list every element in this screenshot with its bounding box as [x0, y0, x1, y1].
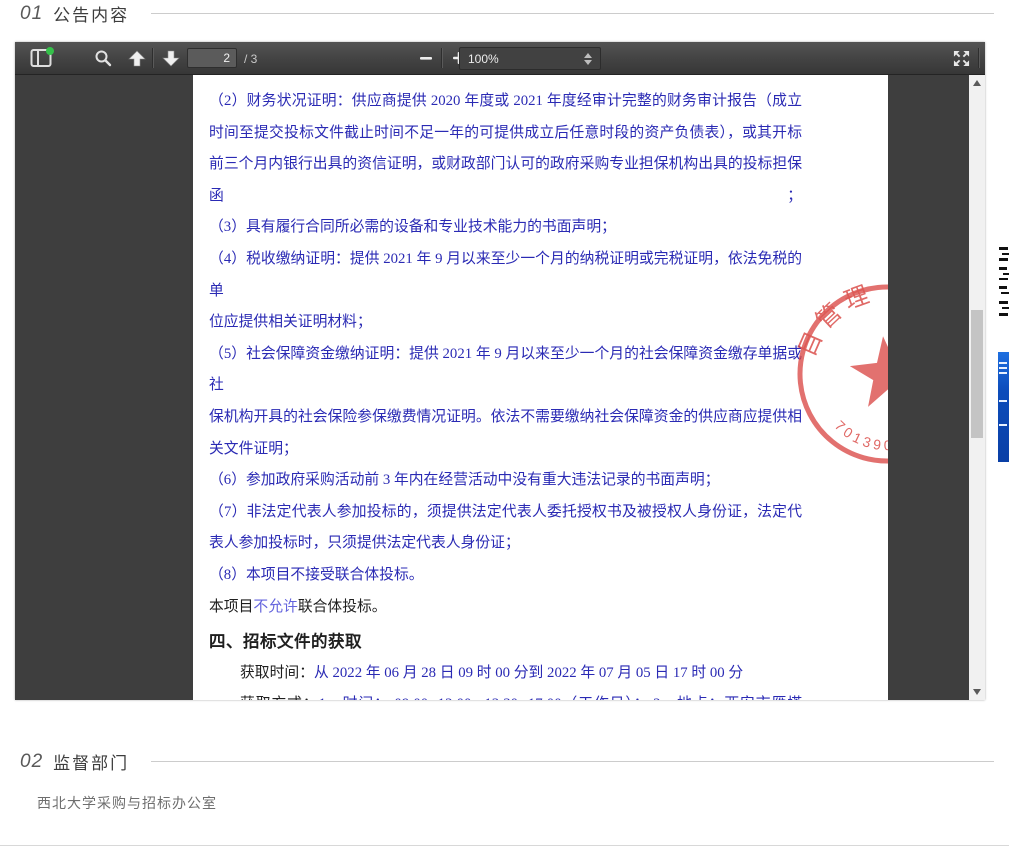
document-text-run: 本项目 [209, 599, 253, 615]
document-text-run: （3）具有履行合同所必需的设备和专业技术能力的书面声明； [209, 219, 616, 235]
document-text-run: （4）税收缴纳证明：提供 2021 年 9 月以来至少一个月的纳税证明或完税证明… [209, 251, 802, 299]
widget-glyph-fragment [999, 400, 1007, 402]
zoom-spinner-icon [584, 53, 592, 65]
stamp-arc-text: 目管理 [788, 280, 883, 363]
zoom-out-icon [419, 51, 433, 65]
pdf-viewer: / 3 100% [15, 42, 985, 700]
section-title: 监督部门 [53, 749, 129, 774]
document-line: （7）非法定代表人参加投标的，须提供法定代表人委托授权书及被授权人身份证，法定代 [209, 497, 802, 529]
page-down-icon [162, 50, 180, 67]
pdf-page: （2）财务状况证明：供应商提供 2020 年度或 2021 年度经审计完整的财务… [193, 75, 888, 700]
toolbar-separator [152, 48, 153, 68]
search-icon [94, 49, 112, 67]
section-number: 02 [20, 751, 43, 773]
search-button[interactable] [89, 45, 117, 71]
document-text-run: 四、招标文件的获取 [209, 632, 362, 651]
pdf-vertical-scrollbar [969, 75, 985, 700]
page-up-icon [128, 50, 146, 67]
bottom-divider-line [0, 845, 1009, 846]
document-text-run: 联合体投标。 [298, 599, 387, 615]
clipped-vertical-text-fragments [999, 246, 1009, 320]
document-line: 关文件证明； [209, 434, 802, 466]
scroll-up-button[interactable] [969, 76, 985, 90]
zoom-out-button[interactable] [412, 45, 440, 71]
widget-glyph-fragment [999, 372, 1007, 374]
clipped-blue-floating-widget[interactable] [998, 352, 1009, 462]
document-text-run: （6）参加政府采购活动前 3 年内在经营活动中没有重大违法记录的书面声明； [209, 472, 720, 488]
toolbar-separator [978, 48, 979, 68]
fullscreen-button[interactable] [947, 45, 975, 71]
document-text-run: 关文件证明； [209, 441, 298, 457]
document-text-run: 位应提供相关证明材料； [209, 314, 372, 330]
document-text-run: 不允许 [253, 599, 297, 615]
document-line: （2）财务状况证明：供应商提供 2020 年度或 2021 年度经审计完整的财务… [209, 86, 802, 118]
document-line: 前三个月内银行出具的资信证明，或财政部门认可的政府采购专业担保机构出具的投标担保… [209, 149, 802, 212]
sidebar-toggle-button[interactable] [27, 45, 55, 71]
section-title: 公告内容 [53, 1, 129, 26]
zoom-level-select[interactable]: 100% [459, 47, 601, 70]
document-text-run: 时间至提交投标文件截止时间不足一年的可提供成立后任意时段的资产负债表），或其开标 [209, 125, 802, 141]
document-text-run: 前三个月内银行出具的资信证明，或财政部门认可的政府采购专业担保机构出具的投标担保… [209, 156, 802, 204]
scroll-up-icon [973, 80, 981, 86]
widget-glyph-fragment [999, 367, 1007, 369]
document-text-run: （2）财务状况证明：供应商提供 2020 年度或 2021 年度经审计完整的财务… [209, 93, 802, 109]
document-text-run: （5）社会保障资金缴纳证明：提供 2021 年 9 月以来至少一个月的社会保障资… [209, 346, 802, 394]
scroll-down-icon [973, 689, 981, 695]
pdf-document-area: （2）财务状况证明：供应商提供 2020 年度或 2021 年度经审计完整的财务… [15, 75, 985, 700]
document-line: （8）本项目不接受联合体投标。 [209, 560, 802, 592]
widget-glyph-fragment [999, 362, 1007, 364]
page-down-button[interactable] [157, 45, 185, 71]
document-line: 表人参加投标时，只须提供法定代表人身份证； [209, 528, 802, 560]
stamp-star-icon [847, 332, 888, 408]
document-text-run: 表人参加投标时，只须提供法定代表人身份证； [209, 535, 520, 551]
scroll-down-button[interactable] [969, 685, 985, 699]
fullscreen-icon [953, 50, 970, 67]
document-line: （5）社会保障资金缴纳证明：提供 2021 年 9 月以来至少一个月的社会保障资… [209, 339, 802, 402]
document-line: 时间至提交投标文件截止时间不足一年的可提供成立后任意时段的资产负债表），或其开标 [209, 118, 802, 150]
document-text-run: （8）本项目不接受联合体投标。 [209, 567, 424, 583]
document-line: 保机构开具的社会保险参保缴费情况证明。依法不需要缴纳社会保障资金的供应商应提供相 [209, 402, 802, 434]
svg-text:目管理: 目管理 [788, 280, 883, 363]
section-divider-line [151, 13, 994, 14]
sidebar-toggle-icon [30, 48, 52, 68]
document-text-run: 1、时间： 09:00 -12:00 , 13:30--17:00（工作日）； … [319, 696, 802, 700]
toolbar-separator [441, 48, 442, 68]
document-line: 获取时间：从 2022 年 06 月 28 日 09 时 00 分到 2022 … [209, 658, 802, 690]
document-line: （6）参加政府采购活动前 3 年内在经营活动中没有重大违法记录的书面声明； [209, 465, 802, 497]
page-up-button[interactable] [123, 45, 151, 71]
section-number: 01 [20, 3, 43, 25]
section-divider-line [151, 761, 994, 762]
document-text-run: 获取时间： [240, 665, 314, 681]
document-text-run: 获取方式： [240, 696, 319, 700]
document-line: 四、招标文件的获取 [209, 626, 802, 658]
zoom-level-value: 100% [468, 52, 584, 66]
document-line: 本项目不允许联合体投标。 [209, 592, 802, 624]
section-header-announcement: 01 公告内容 [20, 1, 998, 26]
document-text-run: 从 2022 年 06 月 28 日 09 时 00 分到 2022 年 07 … [314, 665, 743, 681]
document-line: （4）税收缴纳证明：提供 2021 年 9 月以来至少一个月的纳税证明或完税证明… [209, 244, 802, 307]
page-number-input[interactable] [187, 48, 237, 68]
widget-glyph-fragment [999, 424, 1007, 426]
pdf-toolbar: / 3 100% [15, 42, 985, 75]
document-line: 获取方式：1、时间： 09:00 -12:00 , 13:30--17:00（工… [209, 689, 802, 700]
sidebar-notification-dot [46, 47, 54, 55]
section-header-supervisor: 02 监督部门 [20, 749, 998, 774]
document-line: 位应提供相关证明材料； [209, 307, 802, 339]
scrollbar-thumb[interactable] [971, 310, 983, 438]
supervisor-department-text: 西北大学采购与招标办公室 [37, 793, 217, 813]
red-seal-stamp: 目管理 7013904 [783, 270, 888, 479]
pdf-page-text: （2）财务状况证明：供应商提供 2020 年度或 2021 年度经审计完整的财务… [209, 86, 802, 700]
stamp-serial-text: 7013904 [831, 411, 888, 459]
document-line: （3）具有履行合同所必需的设备和专业技术能力的书面声明； [209, 212, 802, 244]
svg-text:7013904: 7013904 [831, 411, 888, 459]
page-count-label: / 3 [244, 52, 257, 66]
document-text-run: （7）非法定代表人参加投标的，须提供法定代表人委托授权书及被授权人身份证，法定代 [209, 504, 802, 520]
document-text-run: 保机构开具的社会保险参保缴费情况证明。依法不需要缴纳社会保障资金的供应商应提供相 [209, 409, 802, 425]
